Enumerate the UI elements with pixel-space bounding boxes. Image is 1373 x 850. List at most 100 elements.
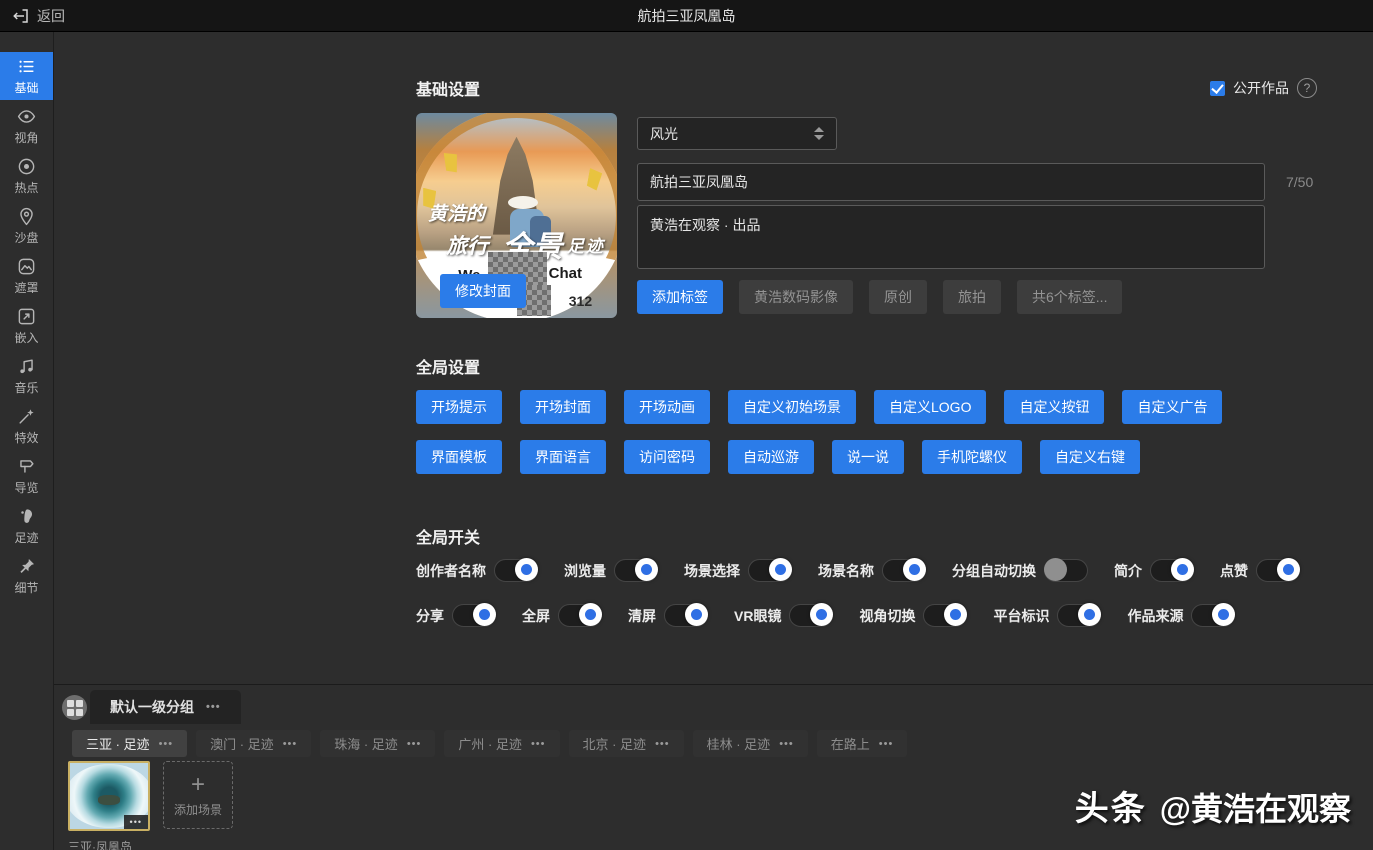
ui-template-button[interactable]: 界面模板	[416, 440, 502, 474]
scene-tab-beijing[interactable]: 北京 · 足迹 •••	[569, 730, 684, 757]
opening-cover-button[interactable]: 开场封面	[520, 390, 606, 424]
sidebar-item-view-angle[interactable]: 视角	[0, 102, 53, 150]
scene-thumbnail-item[interactable]: ••• 三亚·凤凰岛	[68, 761, 154, 850]
gyroscope-button[interactable]: 手机陀螺仪	[922, 440, 1022, 474]
back-button[interactable]: 返回	[12, 6, 65, 26]
toggle-switch[interactable]	[748, 559, 792, 582]
toggle-fullscreen: 全屏	[522, 604, 602, 627]
toggle-switch[interactable]	[1044, 559, 1088, 582]
toggle-switch[interactable]	[1256, 559, 1300, 582]
tag-chip[interactable]: 黄浩数码影像	[739, 280, 853, 314]
toggle-intro: 简介	[1114, 559, 1194, 582]
sidebar-item-details[interactable]: 细节	[0, 552, 53, 600]
toggle-switch[interactable]	[664, 604, 708, 627]
toggle-switch[interactable]	[558, 604, 602, 627]
sidebar-item-guide[interactable]: 导览	[0, 452, 53, 500]
help-icon[interactable]: ?	[1297, 78, 1317, 98]
add-tag-button[interactable]: 添加标签	[637, 280, 723, 314]
sidebar-item-label: 遮罩	[14, 279, 38, 296]
map-pin-icon	[17, 207, 36, 226]
toggle-knob	[515, 558, 538, 581]
category-select[interactable]: 风光	[637, 117, 837, 150]
plus-icon: +	[191, 773, 205, 797]
toggle-view-switch: 视角切换	[859, 604, 967, 627]
tag-chip[interactable]: 原创	[869, 280, 927, 314]
sidebar-item-footprints[interactable]: 足迹	[0, 502, 53, 550]
custom-button-button[interactable]: 自定义按钮	[1004, 390, 1104, 424]
toggle-switch[interactable]	[789, 604, 833, 627]
add-scene-button[interactable]: + 添加场景	[163, 761, 233, 829]
work-description-textarea[interactable]: 黄浩在观察 · 出品	[637, 205, 1265, 269]
scene-tab-label: 在路上	[831, 734, 870, 753]
toggle-switch[interactable]	[614, 559, 658, 582]
toggle-label: 全屏	[522, 606, 550, 626]
more-icon[interactable]: •••	[779, 738, 794, 750]
scene-tab-guangzhou[interactable]: 广州 · 足迹 •••	[444, 730, 559, 757]
sidebar-item-effects[interactable]: 特效	[0, 402, 53, 450]
more-icon[interactable]: •••	[206, 701, 221, 713]
auto-tour-button[interactable]: 自动巡游	[728, 440, 814, 474]
tag-chip[interactable]: 旅拍	[943, 280, 1001, 314]
toggle-switch[interactable]	[882, 559, 926, 582]
toggle-switch[interactable]	[452, 604, 496, 627]
toggle-switch[interactable]	[1057, 604, 1101, 627]
toggle-switch[interactable]	[923, 604, 967, 627]
scene-tab-zhuhai[interactable]: 珠海 · 足迹 •••	[320, 730, 435, 757]
more-icon[interactable]: •••	[531, 738, 546, 750]
custom-ad-button[interactable]: 自定义广告	[1122, 390, 1222, 424]
access-password-button[interactable]: 访问密码	[624, 440, 710, 474]
toggle-switch[interactable]	[1191, 604, 1235, 627]
opening-tip-button[interactable]: 开场提示	[416, 390, 502, 424]
scene-tab-sanya[interactable]: 三亚 · 足迹 •••	[72, 730, 187, 757]
toggle-knob	[903, 558, 926, 581]
toggle-label: 点赞	[1220, 561, 1248, 581]
toggle-knob	[473, 603, 496, 626]
scene-tab-guilin[interactable]: 桂林 · 足迹 •••	[693, 730, 808, 757]
sidebar-item-basic[interactable]: 基础	[0, 52, 53, 100]
toggle-view-count: 浏览量	[564, 559, 658, 582]
sidebar-item-label: 嵌入	[14, 329, 38, 346]
section-title-global-settings: 全局设置	[416, 354, 480, 378]
toggle-share: 分享	[416, 604, 496, 627]
more-icon[interactable]: •••	[124, 815, 148, 829]
toggle-switch[interactable]	[1150, 559, 1194, 582]
sidebar-item-hotspot[interactable]: 热点	[0, 152, 53, 200]
more-icon[interactable]: •••	[879, 738, 894, 750]
opening-animation-button[interactable]: 开场动画	[624, 390, 710, 424]
cover-code-text: 312	[569, 293, 592, 309]
toggle-like: 点赞	[1220, 559, 1300, 582]
tag-more-chip[interactable]: 共6个标签...	[1017, 280, 1122, 314]
scene-thumbnail[interactable]: •••	[68, 761, 150, 831]
toggle-knob	[769, 558, 792, 581]
toggle-switch[interactable]	[494, 559, 538, 582]
toggle-creator-name: 创作者名称	[416, 559, 538, 582]
public-work-label: 公开作品	[1233, 78, 1289, 98]
work-title-input[interactable]	[637, 163, 1265, 201]
exit-left-icon	[12, 7, 30, 25]
sidebar-item-music[interactable]: 音乐	[0, 352, 53, 400]
sidebar-item-sandbox-map[interactable]: 沙盘	[0, 202, 53, 250]
scene-tab-label: 珠海 · 足迹	[334, 734, 398, 753]
toggle-label: 浏览量	[564, 561, 606, 581]
flag-decor	[443, 151, 459, 174]
more-icon[interactable]: •••	[407, 738, 422, 750]
group-tab-default[interactable]: 默认一级分组 •••	[90, 690, 241, 724]
custom-initial-scene-button[interactable]: 自定义初始场景	[728, 390, 856, 424]
scene-tab-on-the-road[interactable]: 在路上 •••	[817, 730, 908, 757]
list-icon	[17, 57, 36, 76]
public-work-checkbox[interactable]	[1210, 81, 1225, 96]
custom-logo-button[interactable]: 自定义LOGO	[874, 390, 986, 424]
ui-language-button[interactable]: 界面语言	[520, 440, 606, 474]
global-settings-row-1: 开场提示 开场封面 开场动画 自定义初始场景 自定义LOGO 自定义按钮 自定义…	[416, 390, 1222, 424]
more-icon[interactable]: •••	[655, 738, 670, 750]
more-icon[interactable]: •••	[283, 738, 298, 750]
custom-rightclick-button[interactable]: 自定义右键	[1040, 440, 1140, 474]
change-cover-button[interactable]: 修改封面	[440, 274, 526, 308]
section-title-basic: 基础设置	[416, 76, 480, 100]
sidebar-item-embed[interactable]: 嵌入	[0, 302, 53, 350]
scene-tab-macau[interactable]: 澳门 · 足迹 •••	[196, 730, 311, 757]
say-something-button[interactable]: 说一说	[832, 440, 904, 474]
grid-view-icon[interactable]	[62, 695, 87, 720]
sidebar-item-mask[interactable]: 遮罩	[0, 252, 53, 300]
more-icon[interactable]: •••	[159, 738, 174, 750]
